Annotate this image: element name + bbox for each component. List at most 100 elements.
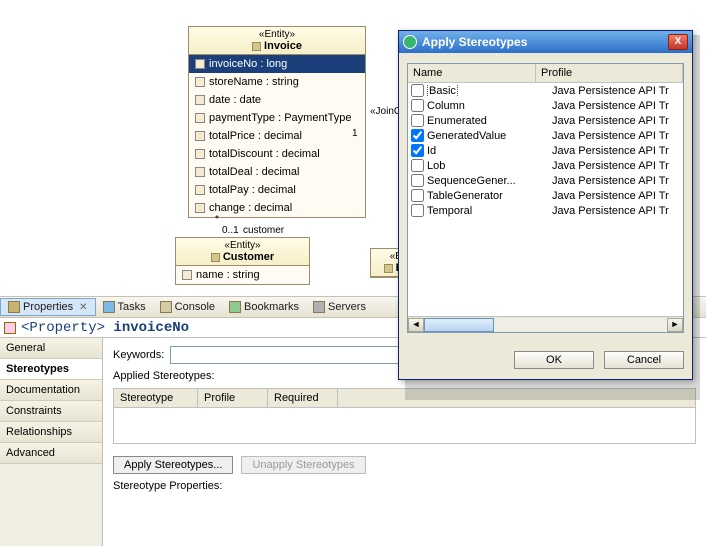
stereotype-checkbox[interactable] <box>411 204 424 217</box>
horizontal-scrollbar[interactable]: ◄ ► <box>408 316 683 332</box>
tab-properties[interactable]: Properties✕ <box>0 298 96 316</box>
apply-stereotypes-dialog: Apply Stereotypes X Name Profile BasicJa… <box>398 30 693 380</box>
tab-tasks[interactable]: Tasks <box>96 299 153 315</box>
entity-invoice[interactable]: «Entity» Invoice invoiceNo : longstoreNa… <box>188 26 366 218</box>
entity-body: name : string <box>176 266 309 284</box>
side-tab-stereotypes[interactable]: Stereotypes <box>0 359 102 380</box>
stereotype-checkbox[interactable] <box>411 174 424 187</box>
stereotype-checkbox[interactable] <box>411 99 424 112</box>
entity-attr[interactable]: totalDiscount : decimal <box>189 145 365 163</box>
dialog-title: Apply Stereotypes <box>422 35 527 49</box>
list-item[interactable]: ColumnJava Persistence API Tr <box>408 98 683 113</box>
assoc-joincolumn: «JoinC <box>370 106 401 117</box>
tab-console[interactable]: Console <box>153 299 222 315</box>
cell-name: Enumerated <box>427 115 552 127</box>
property-icon <box>182 270 192 280</box>
keywords-label: Keywords: <box>113 349 164 361</box>
stereotype-checkbox[interactable] <box>411 144 424 157</box>
apply-stereotypes-button[interactable]: Apply Stereotypes... <box>113 456 233 474</box>
list-item[interactable]: EnumeratedJava Persistence API Tr <box>408 113 683 128</box>
cell-name: SequenceGener... <box>427 175 552 187</box>
scroll-right-button[interactable]: ► <box>667 318 683 332</box>
entity-attr[interactable]: totalPrice : decimal <box>189 127 365 145</box>
property-icon <box>195 203 205 213</box>
entity-customer[interactable]: «Entity» Customer name : string <box>175 237 310 285</box>
stereotype-checkbox[interactable] <box>411 129 424 142</box>
list-item[interactable]: LobJava Persistence API Tr <box>408 158 683 173</box>
property-icon <box>195 185 205 195</box>
stereotype-list[interactable]: Name Profile BasicJava Persistence API T… <box>407 63 684 333</box>
list-rows: BasicJava Persistence API TrColumnJava P… <box>408 83 683 316</box>
cancel-button[interactable]: Cancel <box>604 351 684 369</box>
side-tab-advanced[interactable]: Advanced <box>0 443 102 464</box>
cell-profile: Java Persistence API Tr <box>552 85 680 97</box>
entity-header: «Entity» Customer <box>176 238 309 266</box>
entity-attr[interactable]: totalDeal : decimal <box>189 163 365 181</box>
side-tab-documentation[interactable]: Documentation <box>0 380 102 401</box>
entity-icon <box>252 42 261 51</box>
list-item[interactable]: TemporalJava Persistence API Tr <box>408 203 683 218</box>
cell-profile: Java Persistence API Tr <box>552 205 680 217</box>
col-profile[interactable]: Profile <box>198 389 268 407</box>
ok-button[interactable]: OK <box>514 351 594 369</box>
scroll-track[interactable] <box>424 318 667 332</box>
property-icon <box>4 322 16 334</box>
list-item[interactable]: BasicJava Persistence API Tr <box>408 83 683 98</box>
console-icon <box>160 301 172 313</box>
entity-stereotype: «Entity» <box>180 240 305 251</box>
property-icon <box>195 77 205 87</box>
side-tab-relationships[interactable]: Relationships <box>0 422 102 443</box>
cell-name: Column <box>427 100 552 112</box>
cell-profile: Java Persistence API Tr <box>552 115 680 127</box>
col-stereotype[interactable]: Stereotype <box>114 389 198 407</box>
col-name[interactable]: Name <box>408 64 536 82</box>
col-required[interactable]: Required <box>268 389 338 407</box>
unapply-stereotypes-button: Unapply Stereotypes <box>241 456 365 474</box>
entity-attr[interactable]: storeName : string <box>189 73 365 91</box>
cell-name: GeneratedValue <box>427 130 552 142</box>
entity-attr[interactable]: invoiceNo : long <box>189 55 365 73</box>
stereotype-checkbox[interactable] <box>411 114 424 127</box>
list-item[interactable]: GeneratedValueJava Persistence API Tr <box>408 128 683 143</box>
cell-profile: Java Persistence API Tr <box>552 160 680 172</box>
dialog-titlebar[interactable]: Apply Stereotypes X <box>399 31 692 53</box>
assoc-role: customer <box>243 225 284 236</box>
list-item[interactable]: IdJava Persistence API Tr <box>408 143 683 158</box>
side-tab-general[interactable]: General <box>0 338 102 359</box>
close-icon[interactable]: ✕ <box>79 302 87 313</box>
side-tab-constraints[interactable]: Constraints <box>0 401 102 422</box>
cell-profile: Java Persistence API Tr <box>552 100 680 112</box>
stereotype-checkbox[interactable] <box>411 84 424 97</box>
list-item[interactable]: TableGeneratorJava Persistence API Tr <box>408 188 683 203</box>
tasks-icon <box>103 301 115 313</box>
list-item[interactable]: SequenceGener...Java Persistence API Tr <box>408 173 683 188</box>
property-icon <box>195 167 205 177</box>
scroll-thumb[interactable] <box>424 318 494 332</box>
cell-name: Id <box>427 145 552 157</box>
cell-profile: Java Persistence API Tr <box>552 190 680 202</box>
tab-bookmarks[interactable]: Bookmarks <box>222 299 306 315</box>
scroll-left-button[interactable]: ◄ <box>408 318 424 332</box>
list-header: Name Profile <box>408 64 683 83</box>
col-profile[interactable]: Profile <box>536 64 683 82</box>
entity-attr[interactable]: name : string <box>176 266 309 284</box>
stereotype-checkbox[interactable] <box>411 159 424 172</box>
entity-attr[interactable]: totalPay : decimal <box>189 181 365 199</box>
dialog-close-button[interactable]: X <box>668 34 688 50</box>
property-icon <box>195 59 205 69</box>
stereotype-checkbox[interactable] <box>411 189 424 202</box>
entity-body: invoiceNo : longstoreName : stringdate :… <box>189 55 365 217</box>
entity-attr[interactable]: paymentType : PaymentType <box>189 109 365 127</box>
cell-name: TableGenerator <box>427 190 552 202</box>
entity-attr[interactable]: date : date <box>189 91 365 109</box>
property-icon <box>195 95 205 105</box>
tab-servers[interactable]: Servers <box>306 299 373 315</box>
property-icon <box>195 131 205 141</box>
entity-stereotype: «Entity» <box>193 29 361 40</box>
page-title: <Property> invoiceNo <box>21 320 189 336</box>
cell-name: Temporal <box>427 205 552 217</box>
cell-name: Lob <box>427 160 552 172</box>
dialog-body: Name Profile BasicJava Persistence API T… <box>399 53 692 343</box>
assoc-mult-star: * <box>215 214 219 225</box>
cell-profile: Java Persistence API Tr <box>552 130 680 142</box>
